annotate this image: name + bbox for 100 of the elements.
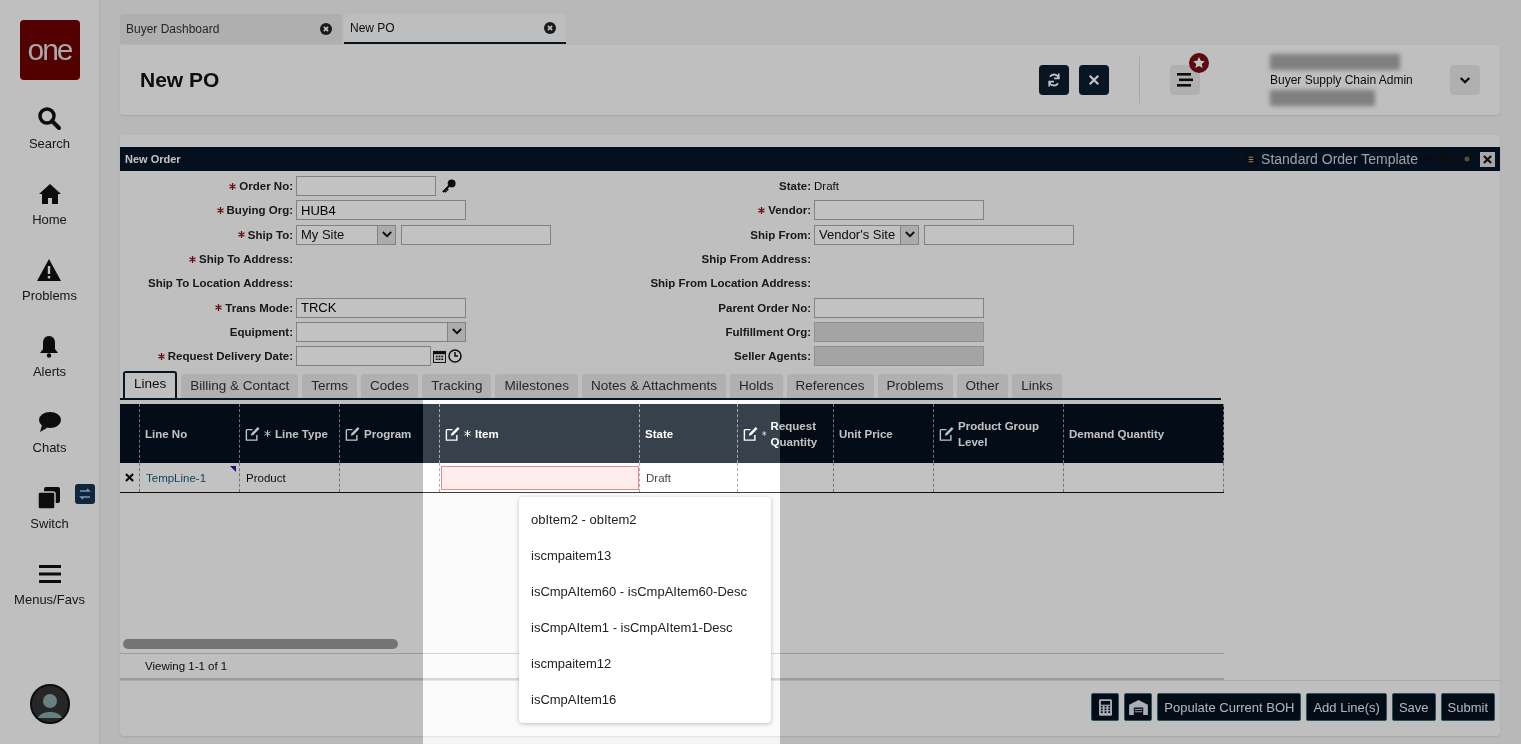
field-label: Ship From Location Address:: [650, 277, 811, 290]
field-label: Vendor:: [768, 204, 811, 217]
panel-title: New Order: [125, 153, 181, 165]
input-field[interactable]: [814, 297, 984, 318]
calculator-icon: [1098, 698, 1112, 716]
dropdown-option[interactable]: isCmpAItem16: [519, 681, 771, 717]
template-selector[interactable]: Standard Order Template: [1261, 151, 1418, 167]
table-cell: Product: [240, 463, 340, 492]
swap-arrows-icon: [75, 484, 96, 504]
sidebar-item[interactable]: Menus/Favs: [14, 562, 85, 638]
sidebar-item[interactable]: Home: [32, 182, 67, 258]
sidebar-item[interactable]: Chats: [32, 410, 67, 486]
corner-marker-icon: [230, 466, 236, 472]
chevron-down-icon: [381, 231, 392, 239]
tab[interactable]: Tracking: [422, 374, 492, 398]
input-field[interactable]: [924, 224, 1074, 245]
tab[interactable]: Lines: [123, 371, 178, 398]
sidebar-label: Problems: [22, 288, 77, 303]
input-field[interactable]: [814, 200, 984, 221]
field-label: Equipment:: [229, 325, 293, 338]
tab[interactable]: Terms: [302, 374, 358, 398]
tab[interactable]: Holds: [730, 374, 783, 398]
close-button[interactable]: [1480, 151, 1495, 167]
action-button[interactable]: Save: [1391, 693, 1436, 721]
field-label: Ship To Address:: [199, 253, 293, 266]
close-icon: [1483, 154, 1492, 164]
tab[interactable]: Notes & Attachments: [581, 374, 726, 398]
dropdown-option[interactable]: isCmpAItem60 - isCmpAItem60-Desc: [519, 573, 771, 609]
delete-icon: [125, 473, 134, 482]
page-tab[interactable]: New PO: [344, 14, 566, 44]
sidebar-item[interactable]: Alerts: [32, 334, 67, 410]
input-field[interactable]: HUB4: [296, 200, 466, 221]
tab[interactable]: Codes: [361, 374, 419, 398]
required-asterisk-icon: [464, 430, 471, 437]
edit-icon: [743, 426, 758, 441]
warning-icon: [37, 258, 62, 282]
user-menu-button[interactable]: [1450, 65, 1480, 95]
sidebar-label: Switch: [30, 516, 69, 531]
sidebar-label: Home: [32, 212, 67, 227]
required-asterisk-icon: [157, 352, 165, 360]
field-label: State:: [779, 180, 811, 193]
required-asterisk-icon: [237, 231, 245, 239]
tab[interactable]: Problems: [877, 374, 953, 398]
input-field[interactable]: TRCK: [296, 297, 466, 318]
action-button[interactable]: Add Line(s): [1306, 693, 1387, 721]
page-title: New PO: [140, 68, 220, 92]
dropdown-option[interactable]: iscmpaitem13: [519, 537, 771, 573]
field-label: Request Delivery Date:: [167, 350, 293, 363]
sidebar-item[interactable]: Problems: [22, 258, 77, 334]
warehouse-button[interactable]: [1124, 693, 1153, 721]
required-asterisk-icon: [264, 430, 271, 437]
sidebar-item[interactable]: Search: [28, 106, 71, 182]
field-label: Seller Agents:: [734, 350, 811, 363]
input-field[interactable]: [296, 176, 436, 197]
calculator-button[interactable]: [1091, 693, 1120, 721]
app-logo[interactable]: one: [19, 20, 80, 80]
menu-icon: [37, 562, 62, 586]
close-button[interactable]: [1079, 65, 1109, 95]
sidebar-label: Search: [28, 136, 71, 151]
input-field[interactable]: [296, 346, 431, 367]
edit-icon: [939, 426, 954, 441]
page-tab[interactable]: Buyer Dashboard: [120, 14, 342, 44]
close-icon: [544, 22, 556, 34]
required-asterisk-icon: [758, 206, 766, 214]
tab[interactable]: Billing & Contact: [181, 374, 299, 398]
tab[interactable]: References: [786, 374, 874, 398]
tab[interactable]: Links: [1012, 374, 1062, 398]
refresh-button[interactable]: [1039, 65, 1069, 95]
pager-text: Viewing 1-1 of 1: [145, 660, 228, 672]
field-label: Ship From Address:: [701, 253, 811, 266]
action-button[interactable]: Populate Current BOH: [1157, 693, 1302, 721]
action-button[interactable]: Submit: [1440, 693, 1495, 721]
menu-button[interactable]: [1170, 65, 1200, 95]
tab[interactable]: Milestones: [495, 374, 578, 398]
required-asterisk-icon: [189, 255, 197, 263]
dropdown-field[interactable]: Vendor's Site: [814, 224, 919, 245]
dropdown-field[interactable]: [296, 321, 466, 342]
dropdown-option[interactable]: iscmpaitem12: [519, 645, 771, 681]
chevron-down-icon: [904, 231, 915, 239]
dropdown-field[interactable]: My Site: [296, 224, 396, 245]
avatar-icon: [29, 684, 70, 724]
star-badge-icon: [1189, 53, 1209, 73]
required-asterisk-icon: [216, 206, 224, 214]
chevron-down-icon: [451, 328, 462, 336]
scrollbar-thumb[interactable]: [123, 639, 398, 649]
tab[interactable]: Other: [956, 374, 1009, 398]
field-value: Draft: [814, 180, 839, 193]
chat-bubble-icon: [37, 410, 62, 434]
dropdown-option[interactable]: isCmpAItem1 - isCmpAItem1-Desc: [519, 609, 771, 645]
field-label: Ship From:: [750, 228, 811, 241]
field-label: Fulfillment Org:: [725, 325, 811, 338]
line-link[interactable]: TempLine-1: [140, 463, 240, 492]
required-asterisk-icon: [762, 430, 767, 437]
input-field[interactable]: [401, 224, 551, 245]
item-input-field[interactable]: [441, 465, 639, 490]
sidebar-item[interactable]: Switch: [30, 486, 69, 562]
refresh-icon: [1046, 72, 1062, 88]
table-cell: Draft: [640, 463, 738, 492]
dropdown-option[interactable]: obItem2 - obItem2: [519, 501, 771, 537]
edit-icon: [445, 426, 460, 441]
